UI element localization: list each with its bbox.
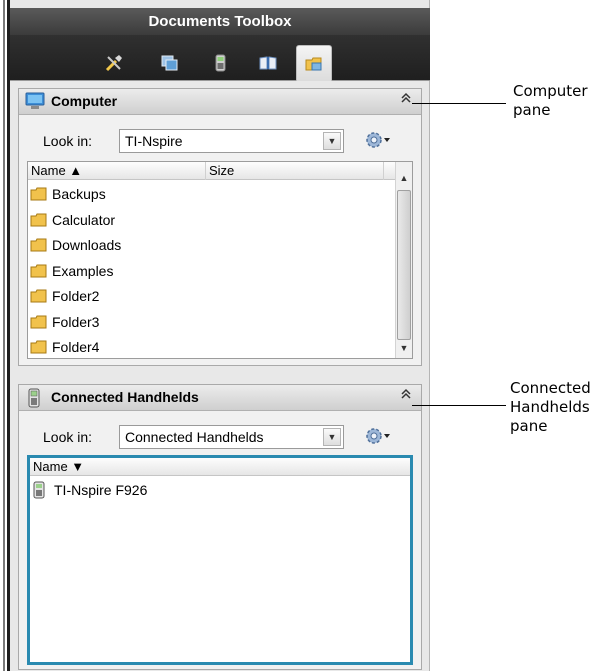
content-explorer-icon	[259, 56, 277, 70]
document-tools-tab[interactable]	[96, 45, 132, 81]
gear-icon	[366, 132, 390, 148]
folder-row[interactable]: Calculator	[30, 208, 115, 232]
computer-icon	[25, 92, 45, 113]
handhelds-callout-label: Connected Handhelds pane	[510, 379, 591, 435]
folder-row[interactable]: Downloads	[30, 233, 121, 257]
scroll-thumb[interactable]	[397, 190, 411, 340]
computer-callout-line	[412, 103, 506, 104]
handhelds-lookin-value: Connected Handhelds	[125, 429, 264, 445]
computer-scrollbar[interactable]: ▲ ▼	[395, 162, 412, 358]
gear-icon	[366, 428, 390, 444]
folder-icon	[30, 212, 48, 228]
folder-icon	[30, 186, 48, 202]
computer-pane-header[interactable]: Computer	[19, 89, 421, 115]
folder-row[interactable]: Backups	[30, 182, 106, 206]
name-column-header[interactable]: Name ▲	[28, 162, 206, 180]
folder-row[interactable]: Folder3	[30, 310, 99, 334]
computer-lookin-select[interactable]: TI-Nspire ▼	[119, 129, 344, 153]
folder-name: Examples	[52, 262, 114, 279]
collapse-icon[interactable]	[401, 92, 411, 107]
handhelds-lookin-select[interactable]: Connected Handhelds ▼	[119, 425, 344, 449]
folder-icon	[30, 314, 48, 330]
handheld-icon	[25, 388, 43, 411]
page-sorter-tab[interactable]	[152, 45, 188, 81]
page-sorter-icon	[161, 55, 178, 71]
handheld-emulator-tab[interactable]	[202, 45, 238, 81]
gear-menu-button[interactable]	[364, 129, 392, 151]
folder-name: Backups	[52, 186, 106, 202]
computer-column-header: Name ▲ Size	[28, 162, 396, 180]
handhelds-pane-title: Connected Handhelds	[51, 389, 199, 405]
folder-icon	[30, 339, 48, 355]
scroll-down-icon[interactable]: ▼	[396, 340, 412, 356]
document-tools-icon	[105, 55, 122, 72]
folder-name: Downloads	[52, 237, 122, 253]
toolbox-tab-bar	[10, 35, 430, 81]
toolbox-title: Documents Toolbox	[10, 8, 430, 35]
content-explorer-tab[interactable]	[250, 45, 286, 81]
folder-icon	[30, 288, 48, 304]
handhelds-column-header: Name ▼	[30, 458, 410, 476]
folder-name: Folder2	[52, 288, 100, 304]
computer-file-list[interactable]: Name ▲ Size Backups Calculator Downloads Ex…	[27, 161, 413, 359]
folder-row[interactable]: Folder2	[30, 284, 99, 308]
handhelds-pane-header[interactable]: Connected Handhelds	[19, 385, 421, 411]
documents-folder-icon	[305, 57, 322, 70]
chevron-down-icon[interactable]: ▼	[323, 428, 341, 446]
chevron-down-icon[interactable]: ▼	[323, 132, 341, 150]
folder-icon	[30, 263, 48, 279]
handheld-row[interactable]: TI-Nspire F926	[32, 478, 147, 502]
folder-name: Folder3	[52, 313, 100, 330]
window-edge	[0, 0, 10, 671]
computer-pane: Computer Look in: TI-Nspire ▼ Name ▲ Siz…	[18, 88, 422, 366]
folder-name: Calculator	[52, 211, 116, 228]
folder-name: Folder4	[52, 339, 100, 355]
folder-row[interactable]: Folder4	[30, 335, 99, 359]
computer-lookin-value: TI-Nspire	[125, 133, 183, 149]
documents-tab[interactable]	[296, 45, 332, 81]
gear-menu-button[interactable]	[364, 425, 392, 447]
connected-handhelds-pane: Connected Handhelds Look in: Connected H…	[18, 384, 422, 670]
computer-callout-label: Computer pane	[513, 82, 588, 119]
size-column-header[interactable]: Size	[206, 162, 384, 180]
handheld-icon	[32, 481, 50, 499]
folder-row[interactable]: Examples	[30, 259, 113, 283]
documents-toolbox: Documents Toolbox Computer Look in: TI-N…	[10, 0, 430, 671]
handhelds-lookin-label: Look in:	[43, 429, 93, 445]
collapse-icon[interactable]	[401, 388, 411, 403]
folder-icon	[30, 237, 48, 253]
computer-pane-title: Computer	[51, 93, 118, 109]
handhelds-callout-line	[412, 405, 506, 406]
handheld-emulator-icon	[215, 54, 226, 72]
scroll-up-icon[interactable]: ▲	[396, 170, 412, 186]
computer-lookin-label: Look in:	[43, 133, 93, 149]
name-column-header[interactable]: Name ▼	[30, 458, 410, 476]
handhelds-list[interactable]: Name ▼ TI-Nspire F926	[27, 455, 413, 665]
handheld-name: TI-Nspire F926	[54, 482, 148, 498]
